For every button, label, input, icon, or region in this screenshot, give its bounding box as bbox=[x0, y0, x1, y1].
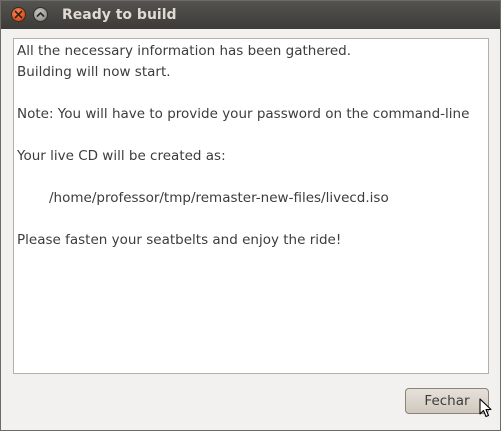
message-line: All the necessary information has been g… bbox=[17, 43, 352, 59]
message-line: Building will now start. bbox=[17, 64, 171, 80]
message-line: Note: You will have to provide your pass… bbox=[17, 106, 470, 122]
window-maximize-button[interactable] bbox=[33, 7, 48, 22]
message-line bbox=[17, 83, 485, 104]
message-text: All the necessary information has been g… bbox=[17, 41, 485, 251]
message-line bbox=[17, 209, 485, 230]
window-title: Ready to build bbox=[62, 7, 177, 23]
close-icon bbox=[14, 10, 23, 19]
title-bar[interactable]: Ready to build bbox=[1, 1, 500, 29]
message-text-view[interactable]: All the necessary information has been g… bbox=[13, 38, 489, 374]
iso-path-line: /home/professor/tmp/remaster-new-files/l… bbox=[49, 190, 389, 206]
dialog-window: Ready to build All the necessary informa… bbox=[0, 0, 501, 431]
message-line: Your live CD will be created as: bbox=[17, 148, 226, 164]
close-dialog-button[interactable]: Fechar bbox=[405, 388, 489, 414]
message-line bbox=[17, 125, 485, 146]
window-close-button[interactable] bbox=[11, 7, 26, 22]
message-line bbox=[17, 167, 485, 188]
mouse-pointer-icon bbox=[479, 398, 492, 418]
message-line: Please fasten your seatbelts and enjoy t… bbox=[17, 232, 342, 248]
maximize-icon bbox=[36, 12, 45, 17]
